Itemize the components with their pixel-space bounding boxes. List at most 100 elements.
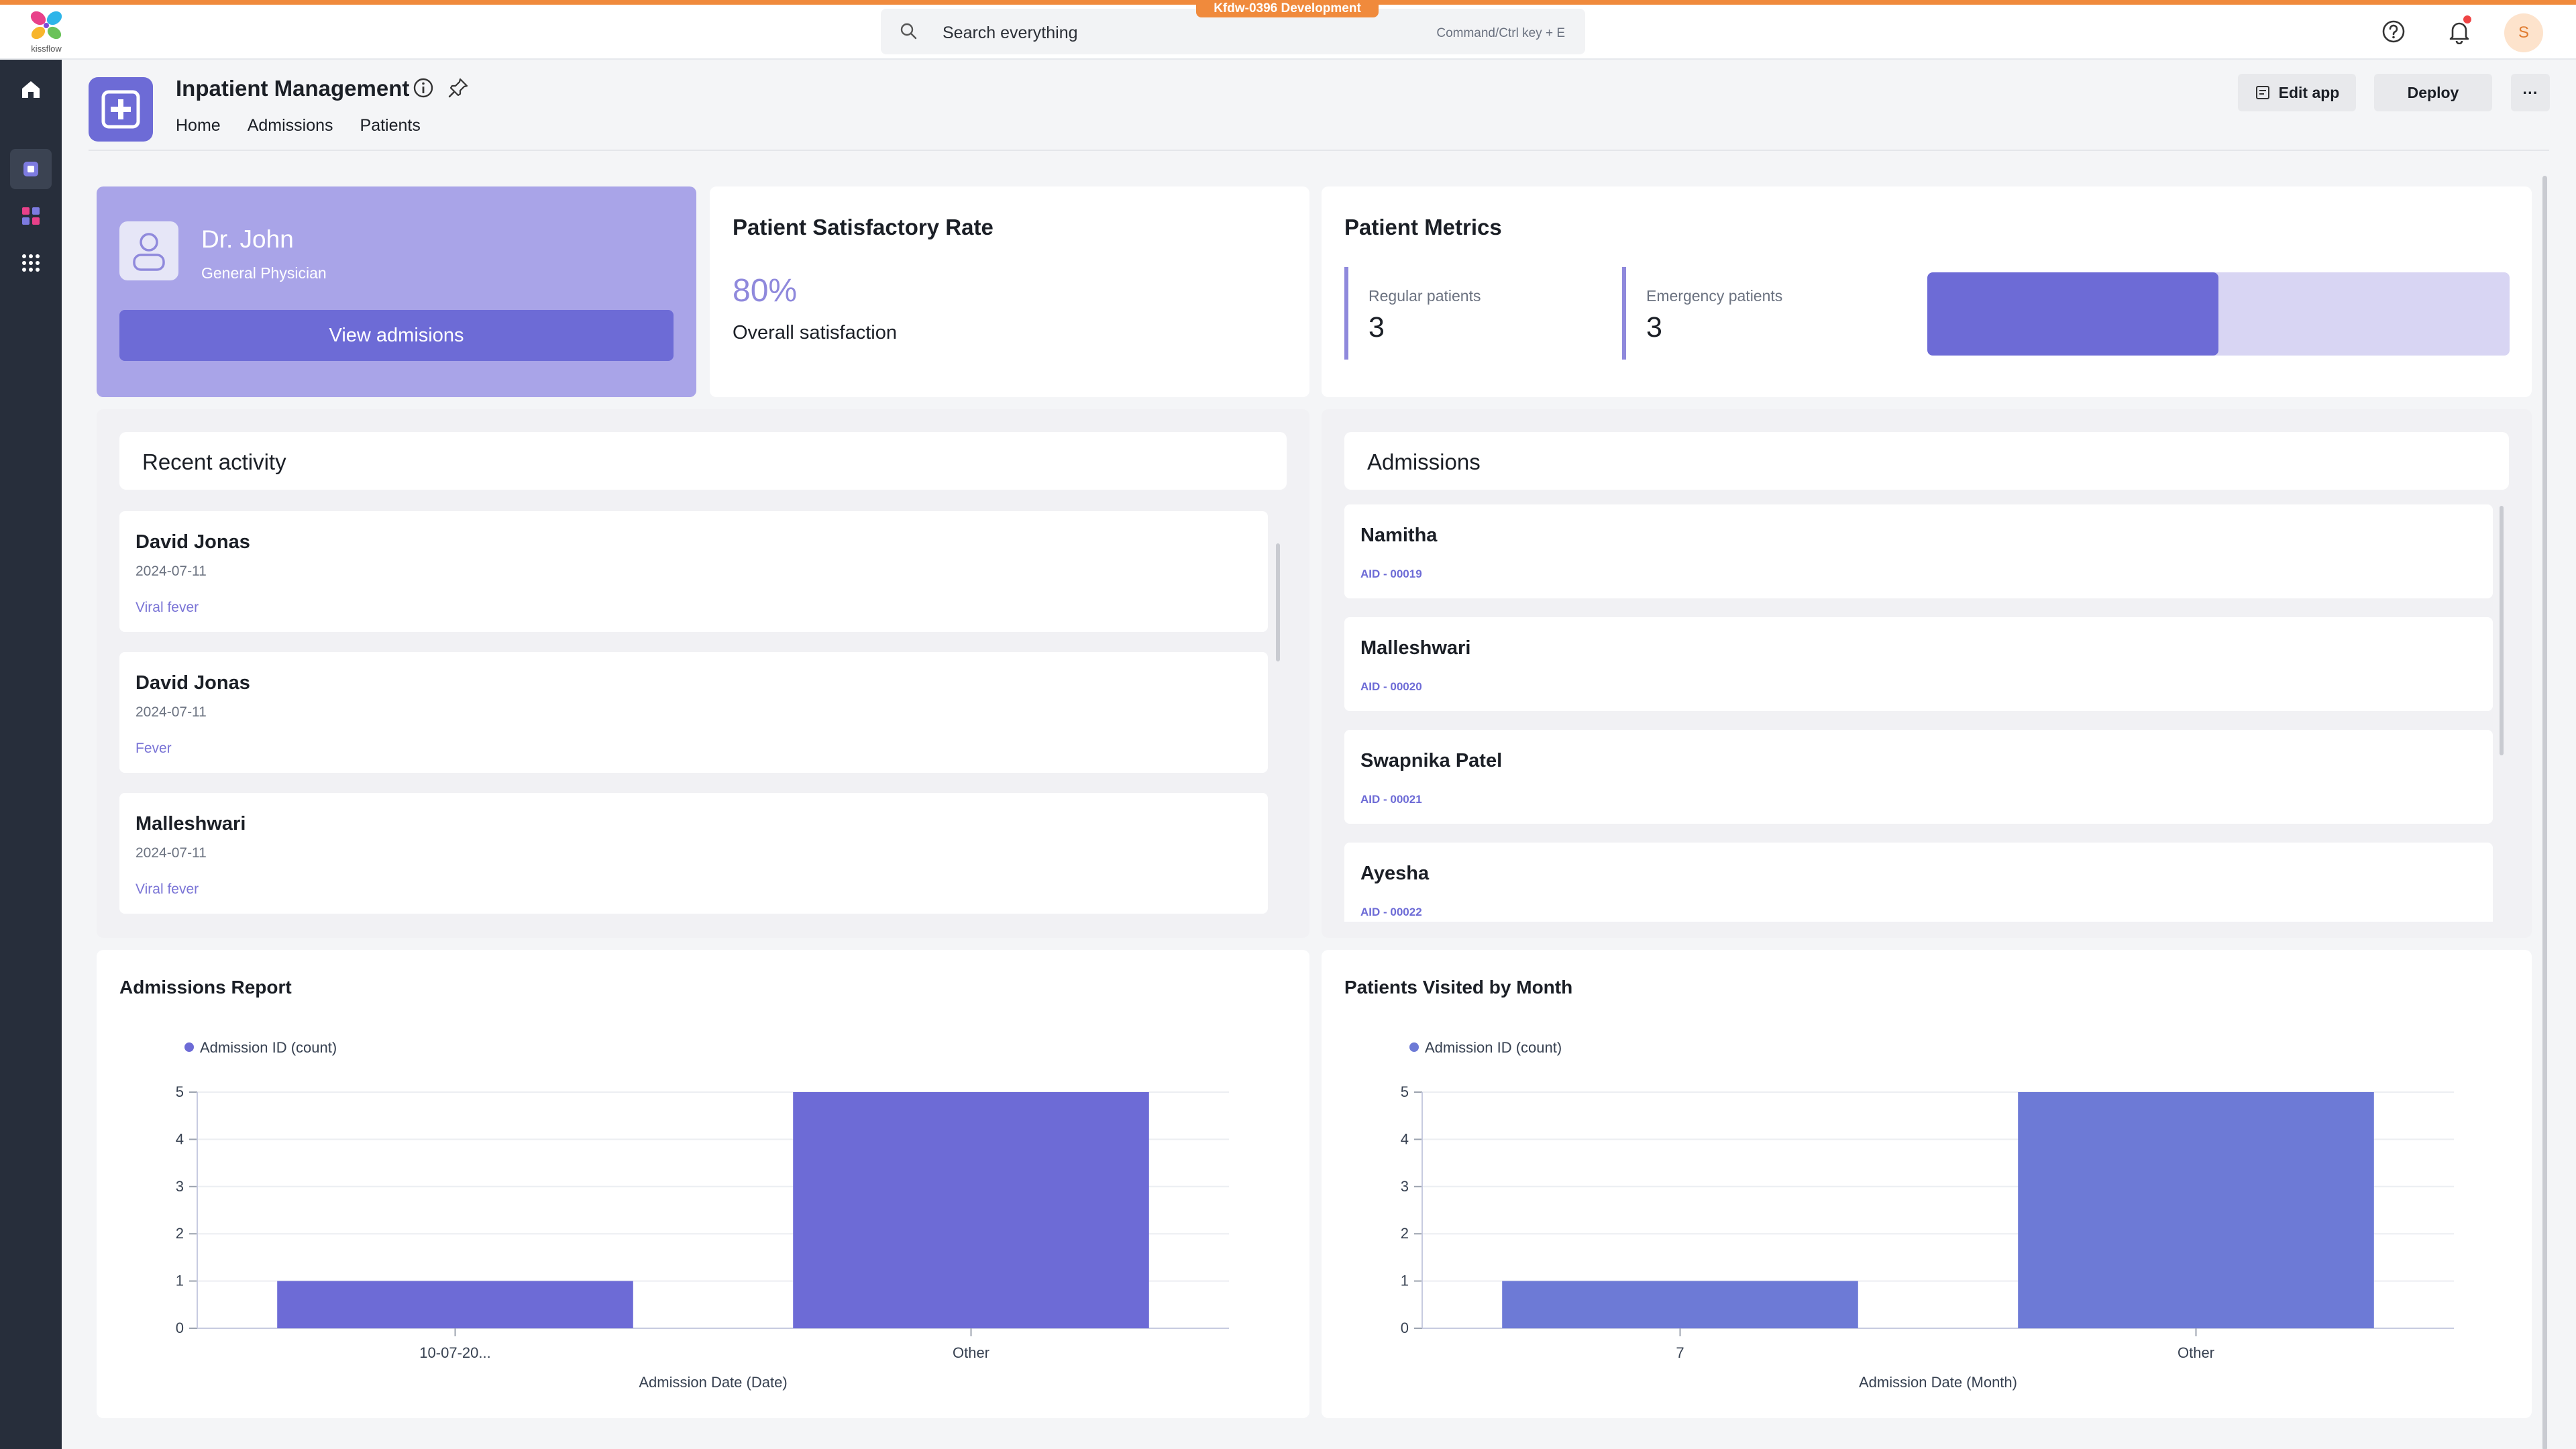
admissions-scrollbar[interactable] [2500,506,2504,755]
admissions-header: Admissions [1344,432,2509,490]
y-tick-label: 2 [1401,1225,1409,1242]
more-options-button[interactable]: ··· [2511,74,2550,111]
legend-marker [184,1042,194,1052]
view-admissions-button[interactable]: View admisions [119,310,674,361]
y-tick-label: 3 [176,1178,184,1195]
app-square-icon [23,162,38,176]
user-avatar[interactable]: S [2504,13,2543,52]
activity-date: 2024-07-11 [136,564,207,579]
satisfaction-subtitle: Overall satisfaction [733,322,897,343]
sidebar-item-current-app[interactable] [10,149,52,189]
kissflow-logo[interactable]: kissflow [25,9,67,56]
search-input[interactable]: Search everything [943,23,1078,43]
y-tick-label: 0 [176,1320,184,1336]
bar[interactable] [2018,1092,2374,1328]
emergency-patients-value: 3 [1646,311,1662,343]
y-tick-label: 5 [1401,1083,1409,1100]
doctor-card: Dr. John General Physician View admision… [97,186,696,397]
satisfaction-value: 80% [733,273,798,309]
medical-plus-icon [101,90,140,129]
satisfaction-title: Patient Satisfactory Rate [733,215,994,239]
notifications-button[interactable] [2442,14,2477,49]
x-tick-label: Other [953,1344,989,1361]
help-icon [2382,20,2405,43]
bar[interactable] [277,1281,633,1328]
patients-visited-card: Patients Visited by Month Admission ID (… [1322,950,2532,1418]
activity-date: 2024-07-11 [136,845,207,861]
info-icon[interactable] [413,77,434,99]
admissions-panel: Admissions Namitha AID - 00019 Malleshwa… [1322,409,2532,938]
app-logo [89,77,153,142]
list-item[interactable]: David Jonas 2024-07-11 Fever [119,652,1268,773]
regular-patients-value: 3 [1368,311,1385,343]
sidebar-item-home[interactable] [10,69,52,109]
patient-metrics-card: Patient Metrics Regular patients 3 Emerg… [1322,186,2532,397]
y-tick-label: 1 [1401,1273,1409,1289]
page-title: Inpatient Management [176,76,410,101]
activity-date: 2024-07-11 [136,704,207,720]
app-nav: Home Admissions Patients [176,116,421,136]
legend-marker [1409,1042,1419,1052]
doctor-role: General Physician [201,264,327,282]
satisfaction-card: Patient Satisfactory Rate 80% Overall sa… [710,186,1309,397]
admission-patient-name: Ayesha [1360,863,1430,884]
admissions-title: Admissions [1367,449,1481,474]
x-axis-label: Admission Date (Month) [1859,1374,2017,1391]
dots-grid-icon [22,254,40,272]
edit-app-label: Edit app [2278,83,2340,101]
deploy-button[interactable]: Deploy [2374,74,2492,111]
admission-patient-name: Swapnika Patel [1360,750,1503,771]
regular-patients-metric: Regular patients 3 [1344,267,1606,360]
list-item[interactable]: Ayesha AID - 00022 [1344,843,2493,922]
sidebar-item-menu[interactable] [10,243,52,283]
metrics-title: Patient Metrics [1344,215,1502,239]
y-tick-label: 0 [1401,1320,1409,1336]
sidebar-item-apps[interactable] [10,196,52,236]
recent-activity-scrollbar[interactable] [1276,543,1280,661]
admission-id: AID - 00022 [1360,906,1422,918]
doctor-avatar [119,221,178,280]
x-tick-label: 7 [1676,1344,1684,1361]
page-scrollbar[interactable] [2542,176,2547,1449]
environment-badge: Kfdw-0396 Development [1196,0,1379,17]
nav-patients[interactable]: Patients [360,116,421,136]
admissions-report-chart: Admission ID (count) 0 1 2 3 4 5 10-07-20... Oth… [176,1039,1229,1391]
y-tick-label: 5 [176,1083,184,1100]
list-item[interactable]: Malleshwari AID - 00020 [1344,617,2493,711]
activity-diagnosis: Viral fever [136,600,199,615]
nav-home[interactable]: Home [176,116,221,136]
list-item[interactable]: Swapnika Patel AID - 00021 [1344,730,2493,824]
list-item[interactable]: Malleshwari 2024-07-11 Viral fever [119,793,1268,914]
edit-app-icon [2255,86,2269,99]
regular-patients-label: Regular patients [1368,287,1481,305]
legend-label[interactable]: Admission ID (count) [200,1039,337,1056]
list-item[interactable]: David Jonas 2024-07-11 Viral fever [119,511,1268,632]
bar[interactable] [793,1092,1149,1328]
app-header: Inpatient Management Home Admissions Pat… [62,60,2576,151]
search-icon [900,23,917,40]
activity-diagnosis: Fever [136,741,172,756]
recent-activity-header: Recent activity [119,432,1287,490]
patients-visited-chart: Admission ID (count) 0 1 2 3 4 5 7 Other Admissio… [1401,1039,2454,1391]
emergency-patients-metric: Emergency patients 3 [1622,267,1884,360]
kissflow-logo-icon [30,11,62,40]
x-axis-label: Admission Date (Date) [639,1374,787,1391]
y-tick-label: 2 [176,1225,184,1242]
admission-patient-name: Malleshwari [1360,637,1471,659]
patient-ratio-bar [1927,272,2510,356]
pin-icon[interactable] [447,77,469,99]
bar[interactable] [1502,1281,1858,1328]
admission-patient-name: Namitha [1360,525,1438,546]
logo-text: kissflow [31,44,62,54]
notification-dot [2462,14,2473,25]
help-button[interactable] [2376,14,2411,49]
nav-admissions[interactable]: Admissions [248,116,333,136]
header-divider [89,150,2549,151]
admission-id: AID - 00019 [1360,568,1422,580]
user-icon [133,233,165,271]
edit-app-button[interactable]: Edit app [2238,74,2356,111]
activity-patient-name: David Jonas [136,531,250,553]
list-item[interactable]: Namitha AID - 00019 [1344,504,2493,598]
admission-id: AID - 00021 [1360,793,1422,806]
legend-label[interactable]: Admission ID (count) [1425,1039,1562,1056]
